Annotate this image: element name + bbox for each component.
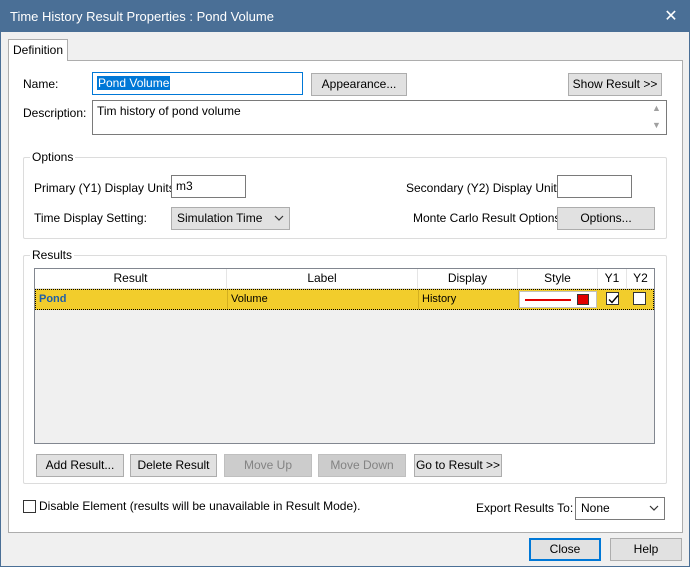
show-result-button[interactable]: Show Result >>: [568, 73, 662, 96]
description-value: Tim history of pond volume: [97, 104, 241, 118]
table-row[interactable]: Pond Volume History: [35, 289, 654, 310]
tab-definition[interactable]: Definition: [8, 39, 68, 61]
column-header-result[interactable]: Result: [35, 269, 227, 289]
description-textarea[interactable]: Tim history of pond volume ▲ ▼: [92, 100, 667, 135]
primary-units-label: Primary (Y1) Display Units:: [34, 181, 179, 195]
dialog-window: Time History Result Properties : Pond Vo…: [0, 0, 690, 567]
column-header-label[interactable]: Label: [227, 269, 418, 289]
scroll-up-icon[interactable]: ▲: [652, 103, 661, 113]
chevron-down-icon: [649, 505, 659, 511]
help-button[interactable]: Help: [610, 538, 682, 561]
row-y1-checkbox[interactable]: [606, 292, 619, 305]
export-results-value: None: [581, 501, 610, 515]
column-header-y1[interactable]: Y1: [598, 269, 627, 289]
column-header-y2[interactable]: Y2: [627, 269, 654, 289]
description-scrollbar[interactable]: ▲ ▼: [649, 101, 666, 134]
style-line-sample: [525, 299, 571, 301]
window-title: Time History Result Properties : Pond Vo…: [10, 9, 274, 24]
time-display-label: Time Display Setting:: [34, 211, 147, 225]
checkmark-icon: [608, 295, 619, 304]
name-input[interactable]: Pond Volume: [92, 72, 303, 95]
secondary-units-input[interactable]: [557, 175, 632, 198]
row-display-cell[interactable]: History: [419, 290, 519, 309]
column-header-display[interactable]: Display: [418, 269, 518, 289]
scroll-down-icon[interactable]: ▼: [652, 120, 661, 130]
secondary-units-label: Secondary (Y2) Display Units:: [406, 181, 567, 195]
close-button[interactable]: Close: [529, 538, 601, 561]
move-down-button[interactable]: Move Down: [318, 454, 406, 477]
close-window-icon[interactable]: ✕: [661, 7, 681, 27]
chevron-down-icon: [274, 215, 284, 221]
title-bar[interactable]: Time History Result Properties : Pond Vo…: [1, 1, 689, 32]
style-color-swatch[interactable]: [577, 294, 589, 305]
add-result-button[interactable]: Add Result...: [36, 454, 124, 477]
description-label: Description:: [23, 106, 87, 120]
row-y2-checkbox[interactable]: [633, 292, 646, 305]
row-label-cell[interactable]: Volume: [228, 290, 419, 309]
row-result-cell[interactable]: Pond: [36, 290, 228, 309]
go-to-result-button[interactable]: Go to Result >>: [414, 454, 502, 477]
monte-carlo-label: Monte Carlo Result Options:: [413, 211, 564, 225]
disable-element-label[interactable]: Disable Element (results will be unavail…: [39, 499, 360, 513]
export-results-label: Export Results To:: [476, 501, 574, 515]
name-value: Pond Volume: [97, 76, 171, 90]
options-button[interactable]: Options...: [557, 207, 655, 230]
time-display-value: Simulation Time: [177, 211, 263, 225]
appearance-button[interactable]: Appearance...: [311, 73, 407, 96]
options-group-title: Options: [30, 150, 76, 164]
name-label: Name:: [23, 77, 59, 91]
row-style-cell[interactable]: [519, 291, 597, 308]
primary-units-input[interactable]: m3: [171, 175, 246, 198]
move-up-button[interactable]: Move Up: [224, 454, 312, 477]
results-group-title: Results: [30, 248, 75, 262]
disable-element-checkbox[interactable]: [23, 500, 36, 513]
export-results-select[interactable]: None: [575, 497, 665, 520]
results-grid[interactable]: Result Label Display Style Y1 Y2 Pond Vo…: [34, 268, 655, 444]
column-header-style[interactable]: Style: [518, 269, 598, 289]
time-display-select[interactable]: Simulation Time: [171, 207, 290, 230]
delete-result-button[interactable]: Delete Result: [130, 454, 217, 477]
